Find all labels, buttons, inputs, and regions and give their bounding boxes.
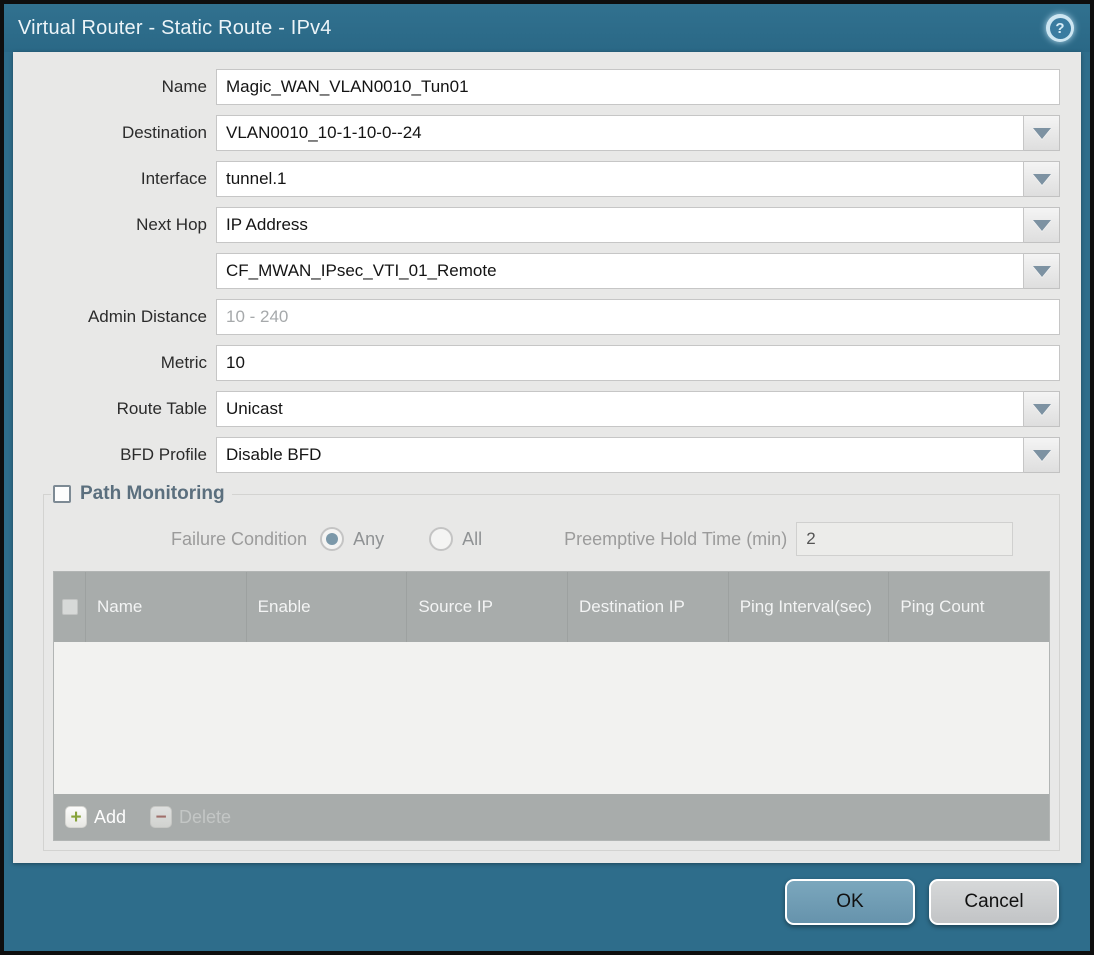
column-header-name: Name xyxy=(86,572,247,642)
interface-dropdown-button[interactable] xyxy=(1024,161,1060,197)
name-label: Name xyxy=(161,77,207,96)
column-header-ping-count: Ping Count xyxy=(900,597,985,616)
bfd-profile-input[interactable] xyxy=(216,437,1024,473)
next-hop-label: Next Hop xyxy=(136,215,207,234)
metric-input[interactable] xyxy=(216,345,1060,381)
static-route-form: Name Destination Interface xyxy=(13,52,1081,473)
minus-icon: − xyxy=(150,806,173,828)
next-hop-type-dropdown-button[interactable] xyxy=(1024,207,1060,243)
radio-all[interactable] xyxy=(429,527,454,551)
delete-button[interactable]: − Delete xyxy=(150,806,231,828)
delete-button-label: Delete xyxy=(179,806,232,827)
metric-label: Metric xyxy=(160,353,207,372)
path-monitoring-table: Name Enable Source IP Destination IP Pin… xyxy=(53,571,1050,841)
table-footer-bar: + Add − Delete xyxy=(54,794,1049,840)
help-icon[interactable]: ? xyxy=(1046,14,1074,42)
chevron-down-icon xyxy=(1032,265,1051,277)
form-row-route-table: Route Table xyxy=(13,391,1060,427)
dialog-title: Virtual Router - Static Route - IPv4 xyxy=(18,16,332,39)
route-table-dropdown-button[interactable] xyxy=(1024,391,1060,427)
form-row-bfd-profile: BFD Profile xyxy=(13,437,1060,473)
dialog-body: Name Destination Interface xyxy=(13,52,1081,863)
interface-input[interactable] xyxy=(216,161,1024,197)
column-header-destination-ip: Destination IP xyxy=(568,572,729,642)
destination-input[interactable] xyxy=(216,115,1024,151)
preemptive-hold-time-label: Preemptive Hold Time (min) xyxy=(564,528,788,549)
form-row-metric: Metric xyxy=(13,345,1060,381)
form-row-next-hop-value xyxy=(13,253,1060,289)
destination-label: Destination xyxy=(121,123,207,142)
form-row-interface: Interface xyxy=(13,161,1060,197)
next-hop-address-dropdown-button[interactable] xyxy=(1024,253,1060,289)
chevron-down-icon xyxy=(1032,449,1051,461)
form-row-admin-distance: Admin Distance xyxy=(13,299,1060,335)
name-input[interactable] xyxy=(216,69,1060,105)
bottom-button-bar: OK Cancel xyxy=(4,863,1090,951)
radio-any[interactable] xyxy=(320,527,345,551)
table-header-row: Name Enable Source IP Destination IP Pin… xyxy=(54,572,1049,642)
radio-selected-dot-icon xyxy=(326,533,339,545)
path-monitoring-checkbox[interactable] xyxy=(53,485,71,503)
preemptive-hold-time-input[interactable] xyxy=(796,522,1014,556)
route-table-label: Route Table xyxy=(116,399,207,418)
ok-button[interactable]: OK xyxy=(785,879,915,925)
plus-icon: + xyxy=(65,806,87,828)
form-row-destination: Destination xyxy=(13,115,1060,151)
next-hop-address-input[interactable] xyxy=(216,253,1024,289)
admin-distance-label: Admin Distance xyxy=(87,307,207,326)
destination-dropdown-button[interactable] xyxy=(1024,115,1060,151)
form-row-next-hop: Next Hop xyxy=(13,207,1060,243)
bfd-profile-label: BFD Profile xyxy=(120,445,207,464)
select-all-checkbox[interactable] xyxy=(61,599,78,615)
chevron-down-icon xyxy=(1032,403,1051,415)
static-route-dialog: Virtual Router - Static Route - IPv4 ? N… xyxy=(0,0,1094,955)
admin-distance-input[interactable] xyxy=(216,299,1060,335)
next-hop-type-input[interactable] xyxy=(216,207,1024,243)
title-bar: Virtual Router - Static Route - IPv4 ? xyxy=(4,4,1090,52)
radio-any-label: Any xyxy=(353,528,385,549)
path-monitoring-legend: Path Monitoring xyxy=(51,483,232,505)
chevron-down-icon xyxy=(1032,127,1051,139)
table-header-checkbox-cell xyxy=(54,572,86,642)
column-header-ping-interval: Ping Interval(sec) xyxy=(729,572,890,642)
add-button-label: Add xyxy=(94,806,127,827)
form-row-name: Name xyxy=(13,69,1060,105)
failure-condition-row: Failure Condition Any All Preemptive Hol… xyxy=(53,522,1050,556)
path-monitoring-title: Path Monitoring xyxy=(80,483,225,504)
table-empty-body xyxy=(54,642,1049,794)
chevron-down-icon xyxy=(1032,219,1051,231)
route-table-input[interactable] xyxy=(216,391,1024,427)
add-button[interactable]: + Add xyxy=(65,806,126,828)
chevron-down-icon xyxy=(1032,173,1051,185)
path-monitoring-section: Path Monitoring Failure Condition Any Al… xyxy=(43,483,1060,851)
radio-all-label: All xyxy=(462,528,483,549)
bfd-profile-dropdown-button[interactable] xyxy=(1024,437,1060,473)
help-icon-glyph: ? xyxy=(1049,17,1071,39)
interface-label: Interface xyxy=(140,169,207,188)
failure-condition-label: Failure Condition xyxy=(171,528,308,549)
column-header-source-ip: Source IP xyxy=(407,572,569,642)
column-header-enable: Enable xyxy=(247,572,408,642)
cancel-button[interactable]: Cancel xyxy=(929,879,1059,925)
